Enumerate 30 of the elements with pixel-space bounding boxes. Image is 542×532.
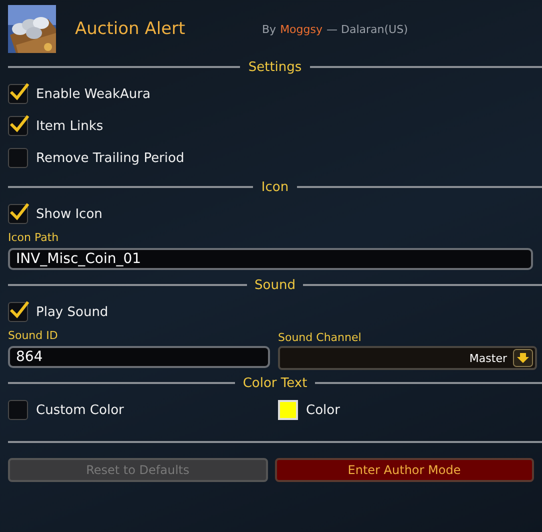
- checkbox[interactable]: [8, 84, 28, 104]
- checkbox-label: Custom Color: [36, 402, 124, 418]
- field-label: Icon Path: [8, 230, 60, 246]
- author-name[interactable]: Moggsy: [280, 22, 322, 36]
- checkbox-label: Show Icon: [36, 206, 102, 222]
- color-swatch[interactable]: [278, 400, 298, 420]
- field-label: Sound Channel: [278, 330, 362, 346]
- section-heading: Sound: [254, 278, 296, 292]
- coins-icon: [8, 5, 56, 53]
- field-label: Sound ID: [8, 328, 59, 344]
- section-heading: Color Text: [242, 376, 308, 390]
- checkbox-label: Play Sound: [36, 304, 108, 320]
- checkbox[interactable]: [8, 204, 28, 224]
- checkbox-label: Item Links: [36, 118, 104, 134]
- by-label: By: [262, 22, 276, 36]
- checkbox-label: Remove Trailing Period: [36, 150, 184, 166]
- icon-path-field[interactable]: INV_Misc_Coin_01: [8, 248, 533, 270]
- color-label: Color: [306, 402, 340, 418]
- sound-channel-dropdown[interactable]: Master: [278, 346, 537, 370]
- checkbox-label: Enable WeakAura: [36, 86, 150, 102]
- realm-label: — Dalaran(US): [326, 22, 408, 36]
- checkbox[interactable]: [8, 116, 28, 136]
- section-heading: Icon: [261, 180, 289, 194]
- addon-title: Auction Alert: [75, 19, 186, 39]
- section-heading: Settings: [248, 60, 302, 74]
- author-mode-button[interactable]: Enter Author Mode: [274, 458, 534, 482]
- checkbox[interactable]: [8, 302, 28, 322]
- checkbox[interactable]: [8, 400, 28, 420]
- sound-id-field[interactable]: 864: [8, 346, 270, 368]
- checkbox[interactable]: [8, 148, 28, 168]
